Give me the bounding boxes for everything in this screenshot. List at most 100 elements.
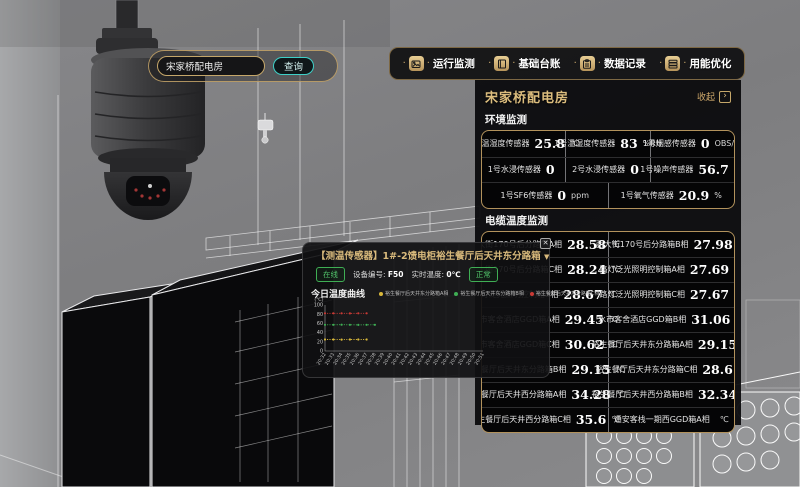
dot: · [427,59,430,69]
legend-item[interactable]: 裕生餐厅后天井东分路箱A相 [379,290,448,297]
dot: · [403,59,406,69]
mini-camera[interactable] [258,113,273,143]
sensor-unit: OBS/m [715,139,735,148]
sensor-value: 0 [557,188,566,203]
search-input[interactable] [157,56,265,76]
sensor-label: 路灯泛光照明控制箱A相 [599,264,684,275]
sensor-cell: 1号噪声传感器56.7dB [651,158,734,183]
status-badge: 正常 [469,267,498,282]
temp-chart-svg: (℃)02040608010020:3220:3320:3420:3520:36… [305,297,487,377]
sensor-value: 31.06 [691,312,730,327]
sensor-value: 20.9 [679,188,709,203]
table-row: 裕生餐厅后天井西分路箱C相 35.6 ℃通安客栈一期西GGD箱A相 ℃ [482,407,734,432]
sensor-label: 裕生餐厅后天井东分路箱A相 [591,339,692,350]
query-button[interactable]: 查询 [273,57,314,75]
sensor-cell[interactable]: 裕生餐厅后天井东分路箱C相28.6℃ [609,358,735,382]
sensor-label: 1号SF6传感器 [500,190,552,201]
sensor-label: 水市客舍酒店GGD箱B相 [598,314,686,325]
sensor-popup-title: 【测温传感器】1#-2馈电柜裕生餐厅后天井东分路箱 [316,251,541,262]
sensor-cell[interactable]: 西大街170号后分路箱B相27.98℃ [609,232,735,257]
sensor-dropdown[interactable]: 【测温传感器】1#-2馈电柜裕生餐厅后天井东分路箱 ▼ [316,248,549,262]
sensor-value: 27.69 [690,262,729,277]
table-row: 1号水浸传感器02号水浸传感器01号噪声传感器 56.7 dB [482,157,734,183]
sensor-cell[interactable]: 水市客舍酒店GGD箱B相31.06℃ [609,308,735,332]
sensor-cell[interactable]: 裕生餐厅后天井西分路箱C相35.6℃ [482,408,609,432]
top-nav: ··运行监测··基础台账··数据记录··用能优化 [389,47,745,80]
legend-item[interactable]: 裕生餐厅后天井东分路箱B相 [454,290,523,297]
sensor-cell[interactable]: 通安客栈一期西GGD箱A相 ℃ [609,408,735,432]
sensor-unit: dB [734,165,735,174]
device-id: 设备编号: F50 [353,269,403,280]
legend-label: 裕生餐厅后天井东分路箱C相 [536,290,600,297]
sensor-label: 西大街170号后分路箱B相 [596,239,689,250]
sensor-value: 28.6 [702,362,732,377]
search-bar: 查询 [148,50,338,82]
svg-text:20: 20 [317,339,323,345]
sensor-cell[interactable]: 裕生餐厅后天井西分路箱B相32.34℃ [609,383,735,407]
sensor-label: 1号温湿度传感器 [554,138,615,149]
sensor-cell[interactable]: 路灯泛光照明控制箱C相27.67℃ [609,283,735,307]
dot: · [598,59,601,69]
chevron-down-icon: ▼ [544,253,549,261]
legend-dot [530,292,534,296]
sensor-popup: 【测温传感器】1#-2馈电柜裕生餐厅后天井东分路箱 ▼ 在线 设备编号: F50… [302,242,550,378]
sensor-unit: % [714,191,722,200]
sensor-label: 裕生餐厅后天井东分路箱C相 [596,364,698,375]
realtime-temp: 实时温度: 0℃ [411,269,460,280]
sensor-value: 0 [630,162,639,177]
sensor-label: 路灯泛光照明控制箱C相 [599,289,685,300]
sensor-cell[interactable]: 裕生餐厅后天井东分路箱A相29.15℃ [609,333,735,357]
sensor-label: 裕生餐厅后天井西分路箱C相 [481,414,571,425]
sensor-cell: 2号水浸传感器0 [566,158,650,183]
sensor-unit: ℃ [734,290,735,299]
dot: · [683,59,686,69]
table-row: 1号SF6传感器 0 ppm 1号氧气传感器20.9% [482,182,734,208]
nav-item-用能优化[interactable]: ··用能优化 [659,56,731,71]
sensor-cell: 1号水浸传感器0 [482,158,566,183]
collapse-button[interactable]: 收起 › [697,90,731,103]
sensor-value: 27.67 [690,287,729,302]
sensor-value: 56.7 [698,162,728,177]
env-table: 1号温湿度传感器25.8℃1号温湿度传感器83%RH1号烟感传感器0OBS/m1… [481,130,735,209]
panel-title: 宋家桥配电房 [485,87,569,106]
sensor-label: 裕生餐厅后天井西分路箱A相 [481,389,566,400]
legend-label: 裕生餐厅后天井东分路箱A相 [385,290,448,297]
env-section-title: 环境监测 [485,112,731,127]
ledger-icon [494,56,509,71]
panel-header: 宋家桥配电房 收起 › [475,80,741,110]
close-icon[interactable]: ✕ [540,238,551,249]
dot: · [659,59,662,69]
nav-item-数据记录[interactable]: ··数据记录 [574,56,646,71]
legend-label: 裕生餐厅后天井东分路箱B相 [460,290,523,297]
sensor-label: 通安客栈一期西GGD箱A相 [614,414,710,425]
sensor-value: 32.34 [698,387,735,402]
sensor-value: 0 [701,136,710,151]
sensor-cell[interactable]: 裕生餐厅后天井西分路箱A相34.28℃ [482,383,609,407]
legend-item[interactable]: 裕生餐厅后天井东分路箱C相 [530,290,600,297]
dot: · [512,59,515,69]
sensor-value: 27.98 [694,237,733,252]
svg-text:100: 100 [314,303,323,309]
nav-item-运行监测[interactable]: ··运行监测 [403,56,475,71]
nav-item-label: 运行监测 [433,56,475,71]
sensor-unit: ppm [571,191,589,200]
sensor-cell: 1号烟感传感器0OBS/m [651,131,734,157]
collapse-label: 收起 [697,90,715,103]
sensor-value: 35.6 [576,412,606,427]
svg-text:60: 60 [317,321,323,327]
nav-item-基础台账[interactable]: ··基础台账 [488,56,560,71]
online-badge: 在线 [316,267,345,282]
sensor-cell: 1号氧气传感器20.9% [609,183,735,208]
chevron-right-icon: › [719,91,731,103]
sensor-cell: 1号温湿度传感器83%RH [566,131,650,157]
table-row: 裕生餐厅后天井西分路箱A相34.28℃裕生餐厅后天井西分路箱B相32.34℃ [482,382,734,407]
nav-item-label: 用能优化 [689,56,731,71]
sensor-unit: ℃ [720,415,729,424]
svg-text:80: 80 [317,312,323,318]
svg-text:40: 40 [317,330,323,336]
sensor-label: 1号噪声传感器 [640,164,693,175]
chart-legend: 裕生餐厅后天井东分路箱A相 裕生餐厅后天井东分路箱B相 裕生餐厅后天井东分路箱C相 [379,290,599,297]
sensor-cell[interactable]: 路灯泛光照明控制箱A相27.69℃ [609,258,735,282]
nav-item-label: 基础台账 [518,56,560,71]
cable-section-title: 电缆温度监测 [485,213,731,228]
